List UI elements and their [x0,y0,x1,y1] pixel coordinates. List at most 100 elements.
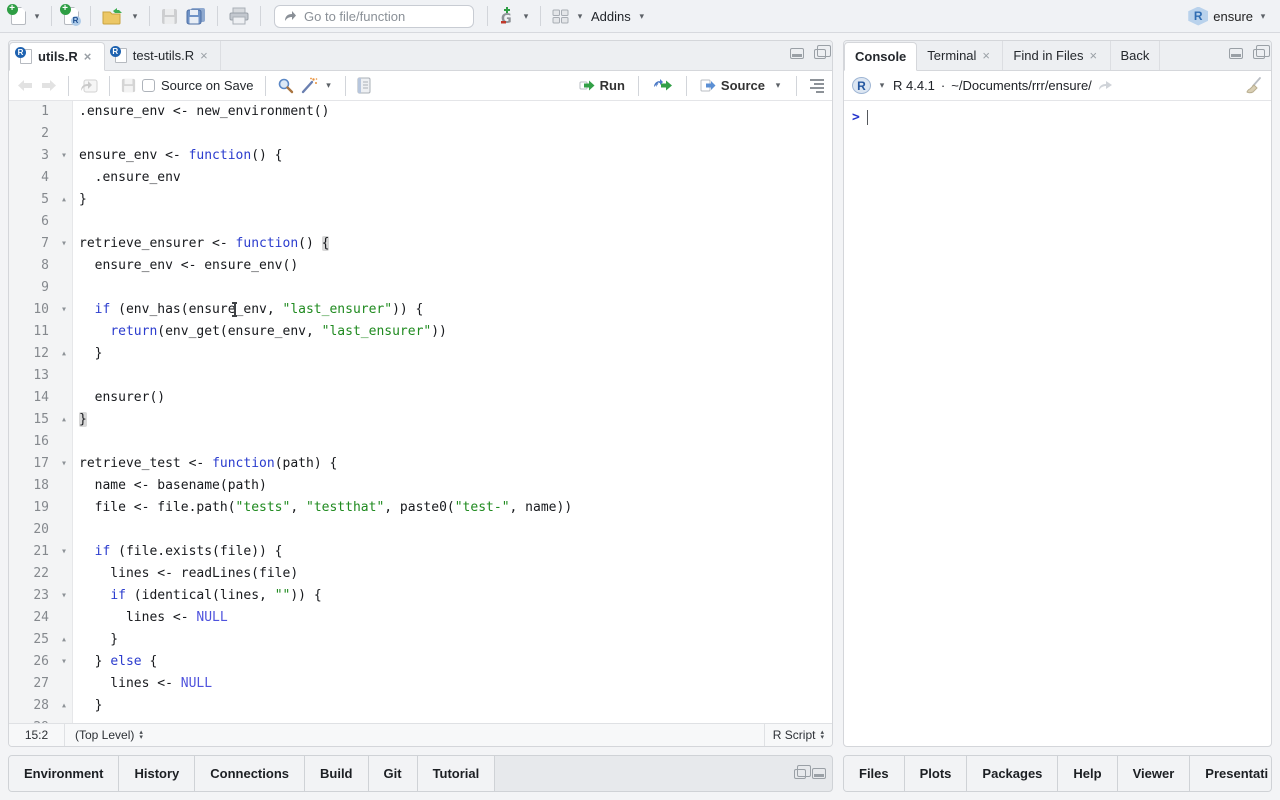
code-line[interactable]: 13 [9,365,832,387]
tab-close-icon[interactable] [982,48,992,63]
tab-connections[interactable]: Connections [195,756,305,791]
goto-file-input[interactable]: Go to file/function [274,5,474,28]
code-tools-dropdown[interactable] [324,80,334,91]
run-button[interactable]: Run [579,78,625,93]
code-line[interactable]: 27 lines <- NULL [9,673,832,695]
code-line[interactable]: 12▴ } [9,343,832,365]
fold-down-icon[interactable]: ▾ [55,453,73,475]
code-line[interactable]: 18 name <- basename(path) [9,475,832,497]
tab-close-icon[interactable] [200,48,210,63]
tab-environment[interactable]: Environment [9,756,119,791]
code-line[interactable]: 15▴} [9,409,832,431]
forward-icon[interactable] [40,79,57,92]
minimize-icon[interactable] [790,48,804,59]
console-tab-find-in-files[interactable]: Find in Files [1003,41,1110,70]
code-line[interactable]: 7▾retrieve_ensurer <- function() { [9,233,832,255]
compile-report-icon[interactable] [357,77,371,94]
fold-up-icon[interactable]: ▴ [55,629,73,651]
scope-selector[interactable]: (Top Level) [65,728,153,742]
addins-dropdown[interactable] [637,11,647,22]
tab-presentati[interactable]: Presentati [1190,756,1272,791]
code-line[interactable]: 3▾ensure_env <- function() { [9,145,832,167]
code-line[interactable]: 25▴ } [9,629,832,651]
minimize-icon[interactable] [1229,48,1243,59]
code-line[interactable]: 4 .ensure_env [9,167,832,189]
editor-tab-test-utils.R[interactable]: test-utils.R [105,41,221,70]
save-all-button[interactable] [184,4,208,28]
tab-plots[interactable]: Plots [905,756,968,791]
fold-up-icon[interactable]: ▴ [55,189,73,211]
tab-packages[interactable]: Packages [967,756,1058,791]
code-line[interactable]: 24 lines <- NULL [9,607,832,629]
code-line[interactable]: 22 lines <- readLines(file) [9,563,832,585]
code-tools-wand-icon[interactable] [300,77,318,94]
maximize-icon[interactable] [1253,49,1265,59]
code-line[interactable]: 20 [9,519,832,541]
code-line[interactable]: 17▾retrieve_test <- function(path) { [9,453,832,475]
code-line[interactable]: 11 return(env_get(ensure_env, "last_ensu… [9,321,832,343]
fold-down-icon[interactable]: ▾ [55,145,73,167]
tab-history[interactable]: History [119,756,195,791]
console-tab-console[interactable]: Console [844,42,917,71]
save-button[interactable] [159,4,180,28]
source-dropdown[interactable] [773,80,783,91]
tab-tutorial[interactable]: Tutorial [418,756,496,791]
code-line[interactable]: 26▾ } else { [9,651,832,673]
tab-close-icon[interactable] [84,49,94,64]
r-version-dropdown[interactable] [877,80,887,91]
code-line[interactable]: 8 ensure_env <- ensure_env() [9,255,832,277]
tab-viewer[interactable]: Viewer [1118,756,1191,791]
new-file-dropdown[interactable] [32,11,42,22]
new-file-button[interactable] [8,4,28,28]
workspace-panes-dropdown[interactable] [575,11,585,22]
code-line[interactable]: 6 [9,211,832,233]
code-line[interactable]: 2 [9,123,832,145]
code-line[interactable]: 28▴ } [9,695,832,717]
tab-help[interactable]: Help [1058,756,1117,791]
fold-down-icon[interactable]: ▾ [55,541,73,563]
fold-down-icon[interactable]: ▾ [55,299,73,321]
doc-type-selector[interactable]: R Script [764,724,832,746]
tab-close-icon[interactable] [1090,48,1100,63]
fold-up-icon[interactable]: ▴ [55,409,73,431]
code-line[interactable]: 10▾ if (env_has(ensure_env, "last_ensure… [9,299,832,321]
print-button[interactable] [227,4,251,28]
new-project-button[interactable] [61,4,81,28]
code-line[interactable]: 14 ensurer() [9,387,832,409]
tab-files[interactable]: Files [844,756,905,791]
code-line[interactable]: 5▴} [9,189,832,211]
fold-down-icon[interactable]: ▾ [55,585,73,607]
source-on-save-checkbox[interactable] [142,79,155,92]
tab-build[interactable]: Build [305,756,369,791]
console-tab-back[interactable]: Back [1111,41,1161,70]
fold-down-icon[interactable]: ▾ [55,233,73,255]
workspace-panes-button[interactable] [550,4,571,28]
r-version-icon[interactable]: R [852,77,871,94]
code-line[interactable]: 19 file <- file.path("tests", "testthat"… [9,497,832,519]
code-editor[interactable]: 1.ensure_env <- new_environment()23▾ensu… [9,101,832,723]
code-line[interactable]: 9 [9,277,832,299]
code-line[interactable]: 21▾ if (file.exists(file)) { [9,541,832,563]
code-line[interactable]: 16 [9,431,832,453]
version-control-dropdown[interactable] [521,11,531,22]
maximize-icon[interactable] [814,49,826,59]
find-replace-icon[interactable] [277,77,294,94]
document-outline-icon[interactable] [810,77,824,95]
console-input-area[interactable]: > [844,101,1271,746]
open-recent-dropdown[interactable] [130,11,140,22]
project-selector[interactable]: R ensure [1188,7,1268,26]
maximize-icon[interactable] [812,768,826,779]
open-in-new-window-icon[interactable] [80,78,98,93]
addins-menu[interactable]: Addins [589,9,633,24]
code-line[interactable]: 23▾ if (identical(lines, "")) { [9,585,832,607]
console-tab-terminal[interactable]: Terminal [917,41,1003,70]
save-doc-icon[interactable] [121,78,136,93]
fold-up-icon[interactable]: ▴ [55,695,73,717]
code-line[interactable]: 1.ensure_env <- new_environment() [9,101,832,123]
fold-down-icon[interactable]: ▾ [55,651,73,673]
restore-icon[interactable] [794,769,806,779]
back-icon[interactable] [17,79,34,92]
clear-console-icon[interactable] [1245,77,1263,94]
source-button[interactable]: Source [700,78,765,93]
rerun-button[interactable] [652,79,673,92]
